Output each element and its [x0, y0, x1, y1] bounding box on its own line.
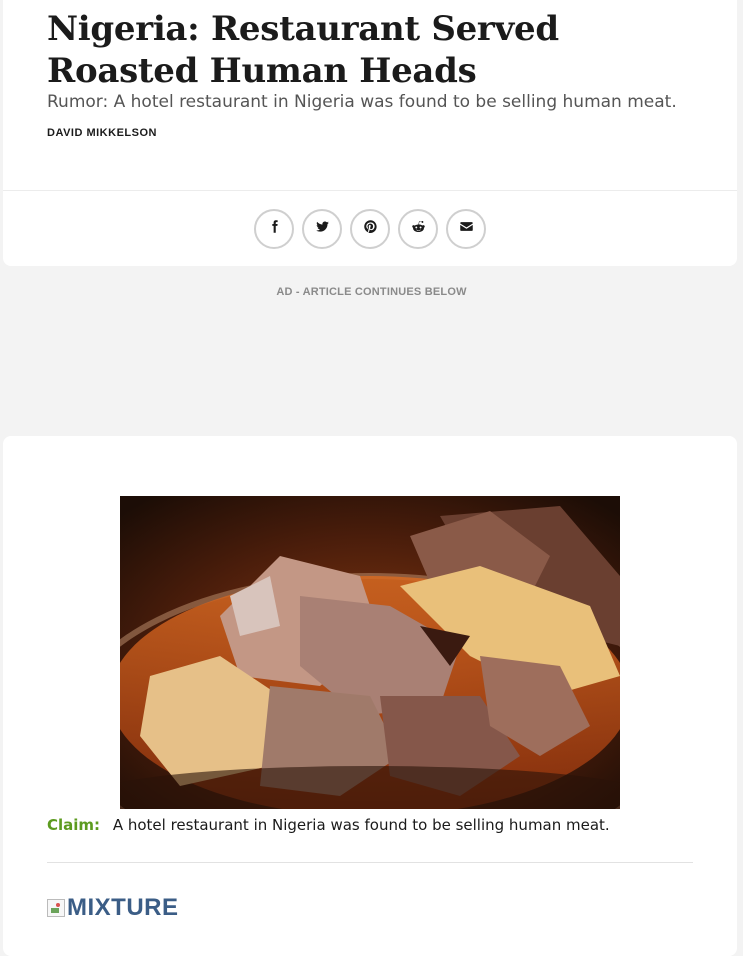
facebook-icon — [267, 219, 282, 239]
ad-label: AD - ARTICLE CONTINUES BELOW — [276, 286, 467, 298]
share-facebook-button[interactable] — [254, 209, 294, 249]
claim-line: Claim: A hotel restaurant in Nigeria was… — [47, 816, 610, 834]
article-subtitle: Rumor: A hotel restaurant in Nigeria was… — [47, 92, 677, 112]
share-twitter-button[interactable] — [302, 209, 342, 249]
article-photo — [120, 496, 620, 809]
rating-text: MIXTURE — [67, 894, 179, 921]
claim-label: Claim: — [47, 816, 101, 834]
share-email-button[interactable] — [446, 209, 486, 249]
share-pinterest-button[interactable] — [350, 209, 390, 249]
rating-badge: MIXTURE — [47, 894, 179, 922]
article-header-card: Nigeria: Restaurant Served Roasted Human… — [3, 0, 737, 266]
share-buttons — [3, 209, 737, 249]
reddit-icon — [411, 219, 426, 239]
claim-text: A hotel restaurant in Nigeria was found … — [112, 816, 610, 834]
claim-divider — [47, 862, 693, 863]
article-body-card: Claim: A hotel restaurant in Nigeria was… — [3, 436, 737, 956]
email-icon — [459, 219, 474, 239]
header-divider — [3, 190, 737, 191]
pinterest-icon — [363, 219, 378, 239]
share-reddit-button[interactable] — [398, 209, 438, 249]
article-title: Nigeria: Restaurant Served Roasted Human… — [47, 9, 559, 91]
broken-image-icon — [47, 899, 65, 917]
author-byline[interactable]: DAVID MIKKELSON — [47, 127, 157, 139]
twitter-icon — [315, 219, 330, 239]
